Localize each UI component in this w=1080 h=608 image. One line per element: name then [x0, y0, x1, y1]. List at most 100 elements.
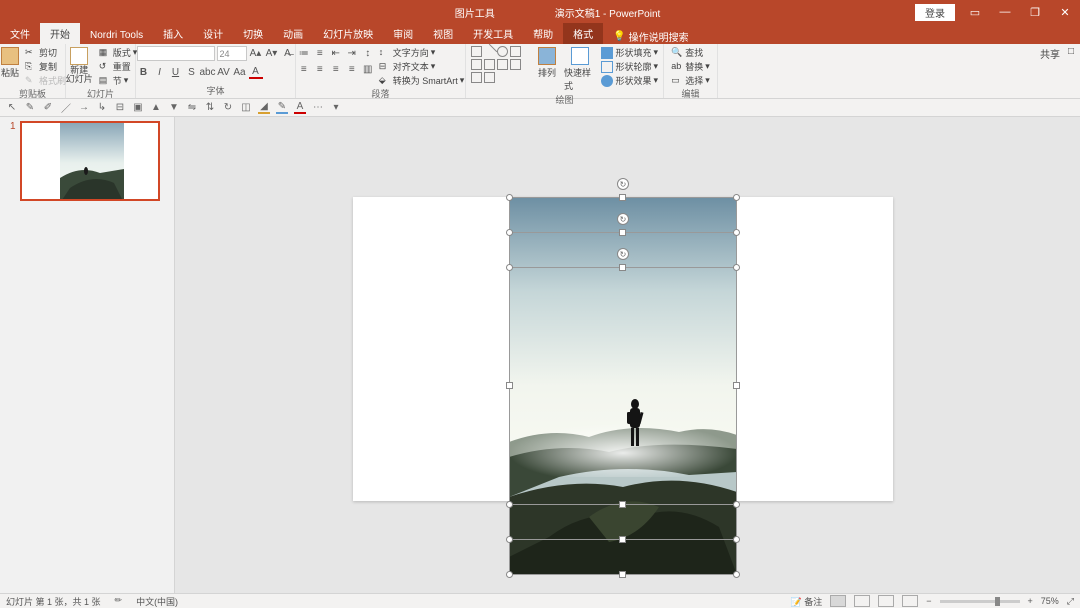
- resize-handle[interactable]: [619, 229, 626, 236]
- rotation-handle-icon[interactable]: [617, 178, 629, 190]
- qat-front-icon[interactable]: ▲: [150, 102, 162, 114]
- shape-outline-button[interactable]: 形状轮廓▾: [601, 60, 658, 73]
- resize-handle[interactable]: [733, 382, 740, 389]
- shape-brace2-icon[interactable]: [510, 59, 521, 70]
- slide-thumbnails-panel[interactable]: 1: [0, 117, 175, 593]
- case-button[interactable]: Aa: [233, 65, 247, 79]
- minimize-icon[interactable]: —: [990, 0, 1020, 24]
- numbering-button[interactable]: ≡: [313, 46, 327, 60]
- normal-view-button[interactable]: [830, 595, 846, 607]
- tab-nordri[interactable]: Nordri Tools: [80, 27, 153, 44]
- font-color-button[interactable]: A: [249, 65, 263, 79]
- resize-handle[interactable]: [619, 194, 626, 201]
- resize-handle[interactable]: [619, 264, 626, 271]
- ribbon-display-icon[interactable]: ▭: [960, 0, 990, 24]
- zoom-out-button[interactable]: −: [926, 596, 931, 606]
- tab-insert[interactable]: 插入: [153, 23, 193, 44]
- resize-handle[interactable]: [506, 571, 513, 578]
- resize-handle[interactable]: [506, 382, 513, 389]
- new-slide-button[interactable]: 新建 幻灯片: [64, 46, 95, 85]
- qat-line-icon[interactable]: ／: [60, 102, 72, 114]
- tab-dev[interactable]: 开发工具: [463, 23, 523, 44]
- zoom-slider[interactable]: [940, 600, 1020, 603]
- notes-button[interactable]: 📝 备注: [791, 595, 823, 608]
- sorter-view-button[interactable]: [854, 595, 870, 607]
- slide-canvas[interactable]: [175, 117, 1080, 593]
- comments-button[interactable]: □: [1068, 46, 1074, 61]
- align-left-button[interactable]: ≡: [297, 62, 311, 76]
- slideshow-view-button[interactable]: [902, 595, 918, 607]
- layout-button[interactable]: ▦版式▾: [99, 46, 138, 59]
- reset-button[interactable]: ↺重置: [99, 60, 138, 73]
- qat-rotate-icon[interactable]: ↻: [222, 102, 234, 114]
- tab-review[interactable]: 审阅: [383, 23, 423, 44]
- qat-crop-icon[interactable]: ◫: [240, 102, 252, 114]
- format-painter-button[interactable]: ✎格式刷: [25, 74, 66, 87]
- shape-line-icon[interactable]: [482, 44, 498, 60]
- tab-transition[interactable]: 切换: [233, 23, 273, 44]
- resize-handle[interactable]: [506, 264, 513, 271]
- tab-help[interactable]: 帮助: [523, 23, 563, 44]
- qat-color-icon[interactable]: A: [294, 102, 306, 114]
- quick-style-button[interactable]: 快速样式: [562, 46, 597, 93]
- tab-view[interactable]: 视图: [423, 23, 463, 44]
- resize-handle[interactable]: [506, 229, 513, 236]
- qat-hflip-icon[interactable]: ⇋: [186, 102, 198, 114]
- shape-star-icon[interactable]: [471, 72, 482, 83]
- resize-handle[interactable]: [733, 229, 740, 236]
- resize-handle[interactable]: [506, 194, 513, 201]
- rotation-handle-icon[interactable]: [617, 213, 629, 225]
- shape-oval-icon[interactable]: [497, 46, 508, 57]
- font-name-combo[interactable]: [137, 46, 215, 61]
- font-size-combo[interactable]: 24: [217, 46, 247, 61]
- shape-arrow2-icon[interactable]: [484, 59, 495, 70]
- qat-align-icon[interactable]: ⊟: [114, 102, 126, 114]
- indent-dec-button[interactable]: ⇤: [329, 46, 343, 60]
- strike-button[interactable]: S: [185, 65, 199, 79]
- qat-dropdown-icon[interactable]: ▾: [330, 102, 342, 114]
- tab-animation[interactable]: 动画: [273, 23, 313, 44]
- qat-connector-icon[interactable]: ↳: [96, 102, 108, 114]
- qat-more-icon[interactable]: ⋯: [312, 102, 324, 114]
- shape-tri-icon[interactable]: [471, 59, 482, 70]
- fit-window-button[interactable]: ⤢: [1067, 596, 1074, 607]
- resize-handle[interactable]: [733, 571, 740, 578]
- line-spacing-button[interactable]: ↕: [361, 46, 375, 60]
- restore-icon[interactable]: ❐: [1020, 0, 1050, 24]
- justify-button[interactable]: ≡: [345, 62, 359, 76]
- shape-fill-button[interactable]: 形状填充▾: [601, 46, 658, 59]
- bullets-button[interactable]: ≔: [297, 46, 311, 60]
- grow-font-button[interactable]: A▴: [249, 47, 263, 61]
- tab-design[interactable]: 设计: [193, 23, 233, 44]
- tab-home[interactable]: 开始: [40, 23, 80, 44]
- copy-button[interactable]: ⎘复制: [25, 60, 66, 73]
- tab-file[interactable]: 文件: [0, 23, 40, 44]
- login-button[interactable]: 登录: [915, 4, 955, 21]
- reading-view-button[interactable]: [878, 595, 894, 607]
- shapes-gallery[interactable]: [471, 46, 532, 83]
- arrange-button[interactable]: 排列: [536, 46, 558, 80]
- replace-button[interactable]: ab替换▾: [671, 60, 710, 73]
- shape-callout-icon[interactable]: [484, 72, 495, 83]
- selection-box-3[interactable]: [509, 267, 737, 505]
- section-button[interactable]: ▤节▾: [99, 74, 138, 87]
- spacing-button[interactable]: AV: [217, 65, 231, 79]
- resize-handle[interactable]: [619, 501, 626, 508]
- qat-vflip-icon[interactable]: ⇅: [204, 102, 216, 114]
- align-text-button[interactable]: ⊟对齐文本▾: [379, 60, 465, 73]
- align-center-button[interactable]: ≡: [313, 62, 327, 76]
- qat-group-icon[interactable]: ▣: [132, 102, 144, 114]
- shape-arrow-icon[interactable]: [510, 46, 521, 57]
- text-direction-button[interactable]: ↕文字方向▾: [379, 46, 465, 59]
- tell-me-search[interactable]: 💡 操作说明搜索: [613, 29, 688, 44]
- qat-outline-icon[interactable]: ✎: [276, 102, 288, 114]
- resize-handle[interactable]: [506, 536, 513, 543]
- underline-button[interactable]: U: [169, 65, 183, 79]
- resize-handle[interactable]: [506, 501, 513, 508]
- shadow-button[interactable]: abc: [201, 65, 215, 79]
- qat-eyedrop-icon[interactable]: ✎: [24, 102, 36, 114]
- shrink-font-button[interactable]: A▾: [265, 47, 279, 61]
- qat-pen-icon[interactable]: ✐: [42, 102, 54, 114]
- find-button[interactable]: 🔍查找: [671, 46, 710, 59]
- qat-back-icon[interactable]: ▼: [168, 102, 180, 114]
